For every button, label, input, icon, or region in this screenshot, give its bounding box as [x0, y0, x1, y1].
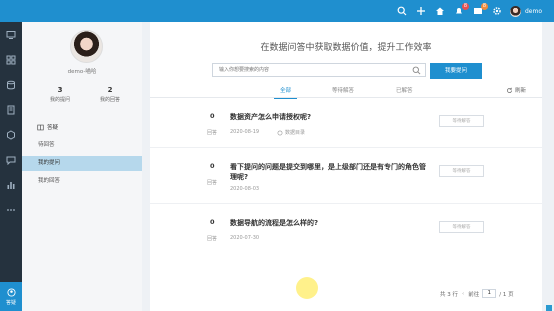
answer-count: 0 [210, 112, 215, 120]
answer-count-label: 回答 [207, 236, 218, 242]
cursor-highlight [296, 277, 318, 299]
bell-badge: 8 [461, 3, 469, 10]
status-button[interactable]: 等待解答 [439, 115, 484, 127]
answer-count: 0 [210, 218, 215, 226]
question-title[interactable]: 数据导航的流程是怎么样的? [230, 218, 318, 228]
question-row[interactable]: 0 回答 数据导航的流程是怎么样的? 2020-07-30 等待解答 [150, 218, 542, 254]
cube-icon[interactable] [0, 122, 22, 147]
answer-count: 0 [210, 162, 215, 170]
question-tag: 数据目录 [277, 129, 305, 136]
question-title[interactable]: 看下提问的问题是提交到哪里，是上级部门还是有专门的角色管理呢? [230, 162, 430, 182]
go-to-label: 前往 [468, 291, 480, 298]
search-icon[interactable] [412, 66, 421, 75]
search-input[interactable] [212, 63, 426, 77]
message-icon[interactable]: 8 [473, 3, 488, 16]
more-icon[interactable] [0, 197, 22, 222]
home-icon[interactable] [435, 6, 445, 16]
tag-icon [277, 130, 283, 135]
scroll-handle[interactable] [546, 305, 552, 311]
profile-avatar [70, 30, 103, 63]
main-panel: 在数据问答中获取数据价值，提升工作效率 我要提问 全部 等待解答 已解答 刷新 … [150, 22, 542, 311]
ask-question-button[interactable]: 我要提问 [430, 63, 482, 79]
total-rows: 共 3 行 [440, 291, 458, 298]
grid-icon[interactable] [0, 47, 22, 72]
bell-icon[interactable]: 8 [454, 3, 469, 16]
total-pages: / 1 页 [499, 291, 514, 298]
nav-qa-label: 答疑 [5, 299, 16, 306]
menu-item-pending[interactable]: 待回答 [22, 138, 142, 153]
search-icon[interactable] [397, 6, 407, 16]
filter-tabs: 全部 等待解答 已解答 [150, 84, 542, 99]
user-avatar[interactable] [509, 5, 521, 17]
stat-number: 2 [107, 86, 113, 94]
message-badge: 8 [480, 3, 488, 10]
status-button[interactable]: 等待解答 [439, 221, 484, 233]
menu-title-label: 答疑 [47, 125, 59, 131]
page-headline: 在数据问答中获取数据价值，提升工作效率 [260, 43, 432, 53]
answer-count-label: 回答 [207, 180, 218, 186]
top-bar: 8 8 demo [0, 0, 554, 22]
answer-count-label: 回答 [207, 130, 218, 136]
menu-item-my-answers[interactable]: 我的回答 [22, 174, 142, 189]
book-icon[interactable] [0, 97, 22, 122]
chat-icon[interactable] [0, 147, 22, 172]
refresh-icon [507, 87, 512, 93]
status-button[interactable]: 等待解答 [439, 165, 484, 177]
menu-item-my-questions[interactable]: 我的提问 [22, 156, 142, 171]
gear-icon[interactable] [492, 6, 502, 16]
page-input[interactable]: 1 [482, 289, 497, 298]
question-tag-label: 数据目录 [285, 130, 306, 136]
stat-number: 3 [57, 86, 63, 94]
monitor-icon[interactable] [0, 22, 22, 47]
database-icon[interactable] [0, 72, 22, 97]
stat-label: 我的提问 [49, 97, 70, 103]
plus-icon[interactable] [416, 6, 426, 16]
question-title[interactable]: 数据资产怎么申请授权呢? [230, 112, 311, 122]
prev-page-button[interactable]: ‹ [462, 291, 464, 297]
profile-panel: demo-喵哈 3 我的提问 2 我的回答 答疑 待回答 我的提问 我的回答 [22, 22, 142, 311]
user-name[interactable]: demo [525, 8, 542, 15]
tab-all[interactable]: 全部 [273, 86, 298, 99]
menu-title: 答疑 [37, 123, 58, 131]
book-icon [37, 124, 44, 130]
nav-qa-item[interactable]: 答疑 [0, 282, 22, 311]
stat-my-questions[interactable]: 3 我的提问 [35, 86, 85, 103]
question-date: 2020-08-03 [230, 186, 260, 192]
pagination: 共 3 行 ‹ 前往 1 / 1 页 [440, 289, 514, 298]
refresh-button[interactable]: 刷新 [506, 86, 526, 94]
stat-label: 我的回答 [99, 97, 120, 103]
refresh-label: 刷新 [514, 88, 526, 94]
qa-icon [6, 287, 16, 297]
profile-name: demo-喵哈 [67, 69, 97, 75]
left-nav: S 答疑 [0, 0, 22, 311]
question-row[interactable]: 0 回答 数据资产怎么申请授权呢? 2020-08-19 数据目录 等待解答 [150, 112, 542, 148]
question-row[interactable]: 0 回答 看下提问的问题是提交到哪里，是上级部门还是有专门的角色管理呢? 202… [150, 162, 542, 204]
tab-waiting[interactable]: 等待解答 [332, 86, 354, 94]
tab-answered[interactable]: 已解答 [396, 86, 413, 94]
question-date: 2020-07-30 [230, 235, 260, 241]
bar-chart-icon[interactable] [0, 172, 22, 197]
question-date: 2020-08-19 [230, 129, 260, 135]
stat-my-answers[interactable]: 2 我的回答 [85, 86, 135, 103]
